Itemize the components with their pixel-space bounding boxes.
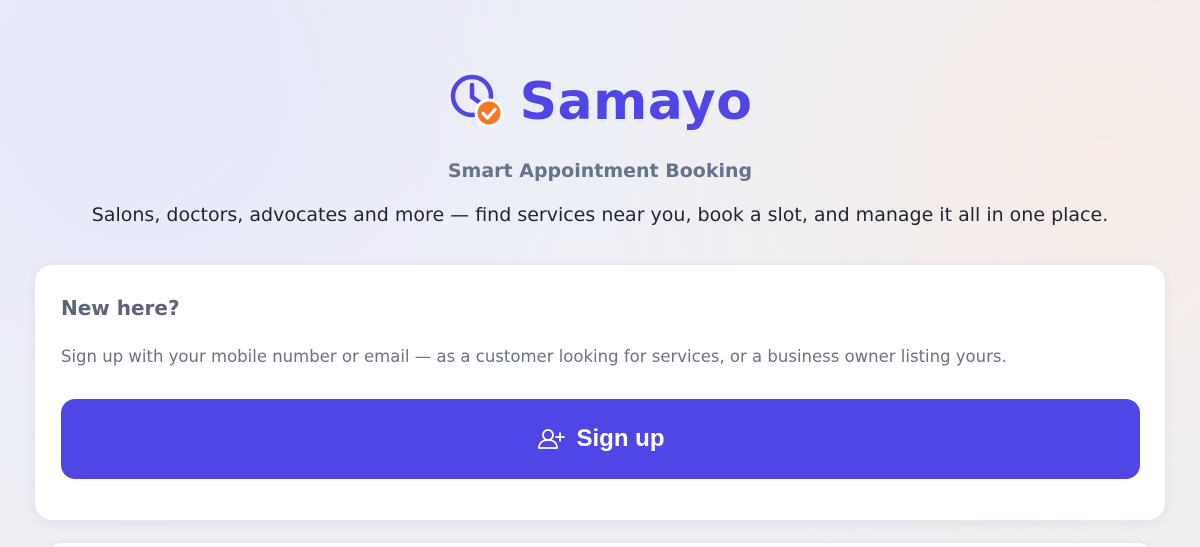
tagline: Smart Appointment Booking bbox=[447, 160, 753, 182]
signup-card: New here? Sign up with your mobile numbe… bbox=[34, 264, 1166, 521]
next-card bbox=[46, 543, 1154, 547]
brand-header: Samayo bbox=[0, 72, 1200, 130]
sign-up-button[interactable]: Sign up bbox=[61, 399, 1140, 479]
clock-check-icon bbox=[448, 72, 506, 130]
sign-up-button-label: Sign up bbox=[576, 425, 665, 452]
card-description: Sign up with your mobile number or email… bbox=[61, 347, 1007, 366]
page-description: Salons, doctors, advocates and more — fi… bbox=[91, 204, 1109, 226]
card-title: New here? bbox=[61, 296, 180, 320]
user-plus-icon bbox=[537, 427, 565, 451]
brand-name: Samayo bbox=[519, 72, 753, 132]
